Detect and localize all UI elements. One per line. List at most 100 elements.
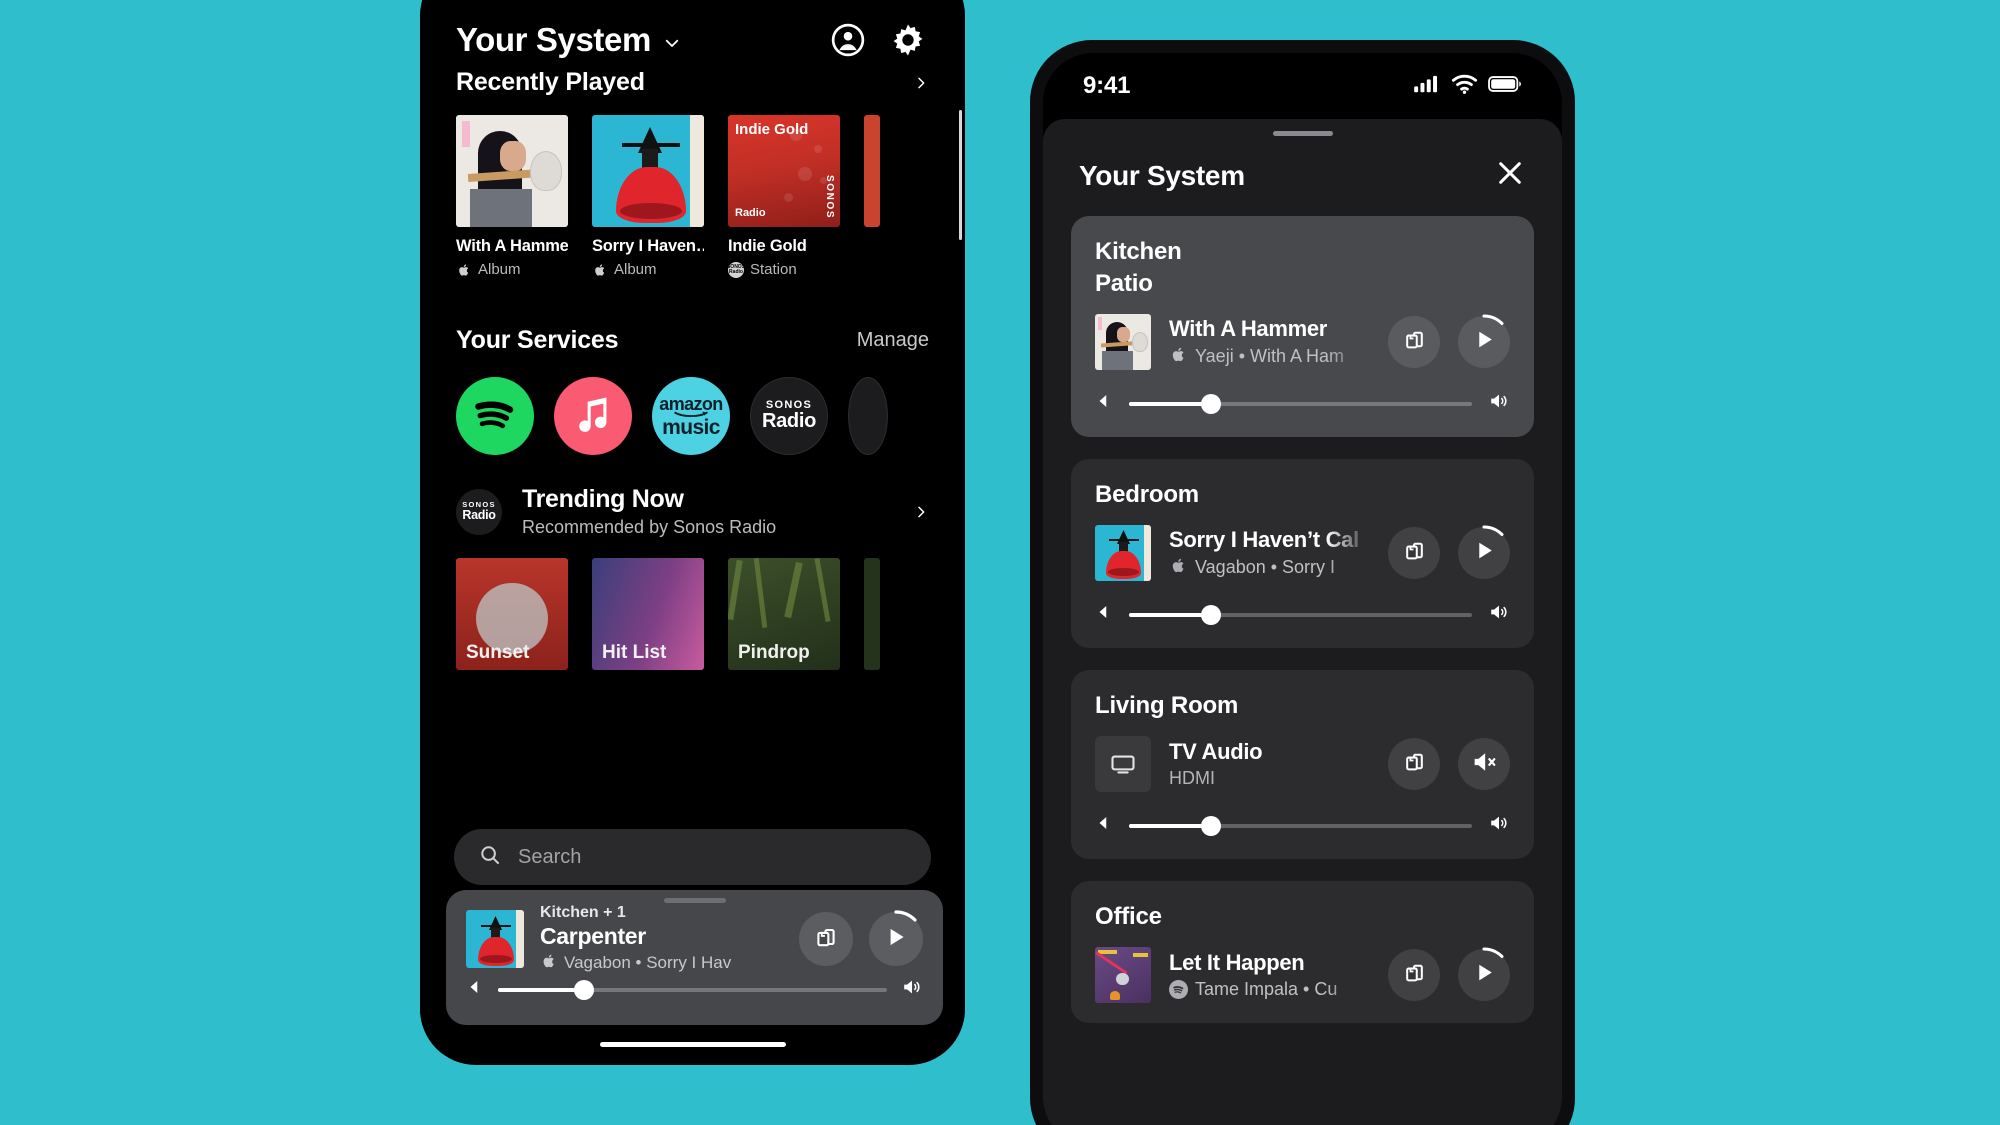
status-bar: 9:41 [1043, 53, 1562, 119]
item-title: Sorry I Haven… [592, 237, 704, 255]
page-title: Your System [456, 21, 651, 58]
system-selector[interactable]: Your System [456, 21, 681, 59]
volume-slider-track[interactable] [498, 979, 887, 1000]
room-name: Office [1095, 903, 1162, 930]
album-art [1095, 525, 1151, 581]
room-name: Bedroom [1095, 481, 1199, 508]
manage-link[interactable]: Manage [857, 329, 929, 352]
volume-slider-row[interactable] [1095, 390, 1510, 417]
volume-slider-row[interactable] [466, 976, 923, 1003]
speaker-group-icon [812, 923, 840, 956]
sheet-grabber[interactable] [663, 898, 726, 903]
room-card-living-room[interactable]: Living Room TV Audio HDMI [1071, 670, 1534, 859]
apple-music-icon [570, 391, 616, 442]
now-playing-track: Carpenter [540, 922, 646, 949]
sheet-grabber[interactable] [1272, 131, 1333, 136]
room-track-title: Let It Happen [1169, 950, 1305, 975]
service-partial[interactable] [848, 377, 888, 455]
room-card-kitchen[interactable]: Kitchen Patio With A Hammer Yaeji • With… [1071, 216, 1534, 437]
recently-played-item-partial[interactable] [864, 115, 880, 278]
room-artist-album: Tame Impala • Cu [1195, 979, 1338, 999]
recently-played-item[interactable]: Indie Gold Radio SONOS Indie Gold SONOS R… [727, 115, 840, 278]
recently-played-item[interactable]: Sorry I Haven… Album [592, 115, 704, 278]
room-now-playing-row: TV Audio HDMI [1095, 736, 1510, 792]
volume-slider-track[interactable] [1129, 393, 1472, 414]
trending-now-header[interactable]: SONOS Radio Trending Now Recommended by … [420, 485, 965, 538]
content-scrollbar[interactable] [959, 110, 962, 240]
right-phone-frame: 9:41 Your System Kitchen Patio With A Ha… [1030, 40, 1575, 1125]
now-playing-bar[interactable]: Kitchen + 1 Carpenter Vagabon • Sorry I … [446, 890, 943, 1025]
item-type: Album [614, 261, 657, 278]
speaker-group-button[interactable] [1388, 949, 1440, 1001]
left-phone-screen: Your System Recently Played With A Hamme… [420, 0, 965, 1065]
apple-music-icon [1169, 345, 1188, 369]
speaker-group-icon [1401, 326, 1428, 358]
now-playing-row: Kitchen + 1 Carpenter Vagabon • Sorry I … [466, 904, 923, 972]
volume-down-icon[interactable] [1095, 814, 1113, 837]
volume-down-icon[interactable] [1095, 392, 1113, 415]
room-track-title: With A Hammer [1169, 315, 1328, 341]
volume-up-icon[interactable] [901, 976, 923, 1003]
play-button[interactable] [869, 910, 923, 966]
room-name-secondary: Patio [1095, 270, 1153, 297]
item-subtitle: SONOS Radio Station [727, 261, 840, 278]
service-apple-music[interactable] [554, 377, 632, 455]
gear-icon[interactable] [889, 21, 927, 59]
spotify-icon [1169, 980, 1188, 999]
volume-up-icon[interactable] [1488, 601, 1510, 628]
volume-slider-row[interactable] [1095, 601, 1510, 628]
mute-button[interactable] [1458, 738, 1510, 790]
speaker-group-button[interactable] [1388, 738, 1440, 790]
close-icon[interactable] [1494, 157, 1526, 194]
trending-tile[interactable]: Sunset [456, 558, 568, 670]
volume-slider-row[interactable] [1095, 812, 1510, 839]
room-card-office[interactable]: Office Let It Happen Tame Impala • Cu [1071, 881, 1534, 1023]
service-spotify[interactable] [456, 377, 534, 455]
station-art-brand: SONOS [824, 174, 835, 219]
trending-subtitle: Recommended by Sonos Radio [522, 517, 777, 537]
chevron-right-icon[interactable] [913, 499, 929, 525]
right-phone-screen: 9:41 Your System Kitchen Patio With A Ha… [1043, 53, 1562, 1125]
now-playing-room: Kitchen + 1 [540, 903, 626, 921]
trending-tile-partial[interactable] [864, 558, 880, 670]
play-button[interactable] [1458, 314, 1510, 368]
trending-title: Trending Now [522, 485, 684, 513]
room-card-bedroom[interactable]: Bedroom Sorry I Haven’t Cal Vagabon • So… [1071, 459, 1534, 648]
spotify-icon [464, 383, 526, 450]
recently-played-item[interactable]: With A Hammer Album [456, 115, 568, 278]
services-row: amazon music SONOS Radio [420, 377, 965, 455]
room-meta: Let It Happen Tame Impala • Cu [1169, 950, 1370, 1000]
play-button[interactable] [1458, 947, 1510, 1001]
volume-slider-track[interactable] [1129, 604, 1472, 625]
account-circle-icon[interactable] [829, 21, 867, 59]
volume-slider-track[interactable] [1129, 815, 1472, 836]
trending-tile[interactable]: Pindrop [728, 558, 840, 670]
room-name: Living Room [1095, 692, 1239, 719]
music-wordmark: music [662, 415, 720, 439]
playlist-art: Hit List [592, 558, 704, 670]
service-sonos-radio[interactable]: SONOS Radio [750, 377, 828, 455]
speaker-group-button[interactable] [1388, 316, 1440, 368]
search-placeholder: Search [518, 845, 582, 868]
item-title: Indie Gold [728, 237, 807, 255]
search-input[interactable]: Search [454, 829, 931, 885]
speaker-group-button[interactable] [799, 912, 853, 966]
playlist-art: Pindrop [728, 558, 840, 670]
trending-tile[interactable]: Hit List [592, 558, 704, 670]
service-amazon-music[interactable]: amazon music [652, 377, 730, 455]
item-subtitle: Album [456, 261, 568, 278]
sheet-title: Your System [1079, 159, 1245, 191]
apple-music-icon [540, 952, 558, 975]
speaker-group-button[interactable] [1388, 527, 1440, 579]
wifi-icon [1451, 74, 1478, 99]
item-type: Album [478, 261, 521, 278]
playlist-label: Sunset [466, 642, 530, 663]
volume-up-icon[interactable] [1488, 812, 1510, 839]
playlist-art: Sunset [456, 558, 568, 670]
album-art [592, 115, 704, 227]
volume-up-icon[interactable] [1488, 390, 1510, 417]
speaker-group-icon [1401, 537, 1428, 569]
volume-down-icon[interactable] [1095, 603, 1113, 626]
play-button[interactable] [1458, 525, 1510, 579]
volume-down-icon[interactable] [466, 978, 484, 1001]
